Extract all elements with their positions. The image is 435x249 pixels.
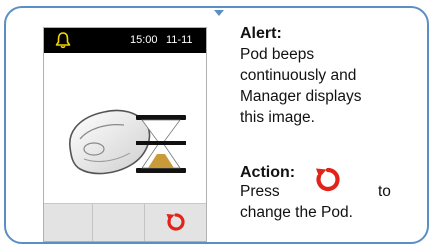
alert-description: Pod beeps continuously and Manager displ…: [240, 44, 430, 128]
to-word: to: [378, 183, 391, 200]
rotate-arrow-icon: [166, 213, 185, 231]
press-word: Press: [240, 183, 280, 200]
alert-line: continuously and: [240, 67, 357, 84]
alert-heading: Alert:: [240, 25, 282, 42]
softkey-right[interactable]: [144, 204, 207, 241]
rotate-arrow-icon: [316, 167, 340, 192]
alert-block: Alert: Pod beeps continuously and Manage…: [240, 24, 430, 128]
alert-line: this image.: [240, 109, 315, 126]
status-date: 11-11: [166, 34, 193, 46]
pod-hourglass-image: [69, 109, 186, 175]
alert-line: Pod beeps: [240, 46, 315, 63]
status-time: 15:00: [130, 34, 158, 46]
press-line: Press to: [240, 167, 430, 202]
device-screen: 15:00 11-11: [43, 27, 207, 242]
action-block: Action: Press to change the Pod.: [240, 163, 430, 223]
softkey-left[interactable]: [44, 204, 92, 241]
action-rest: change the Pod.: [240, 204, 353, 221]
status-bar: 15:00 11-11: [44, 28, 206, 53]
softkey-middle[interactable]: [92, 204, 144, 241]
frame-pointer: [214, 8, 224, 16]
alert-line: Manager displays: [240, 88, 362, 105]
bell-icon: [55, 32, 71, 49]
softkey-bar: [44, 203, 206, 241]
